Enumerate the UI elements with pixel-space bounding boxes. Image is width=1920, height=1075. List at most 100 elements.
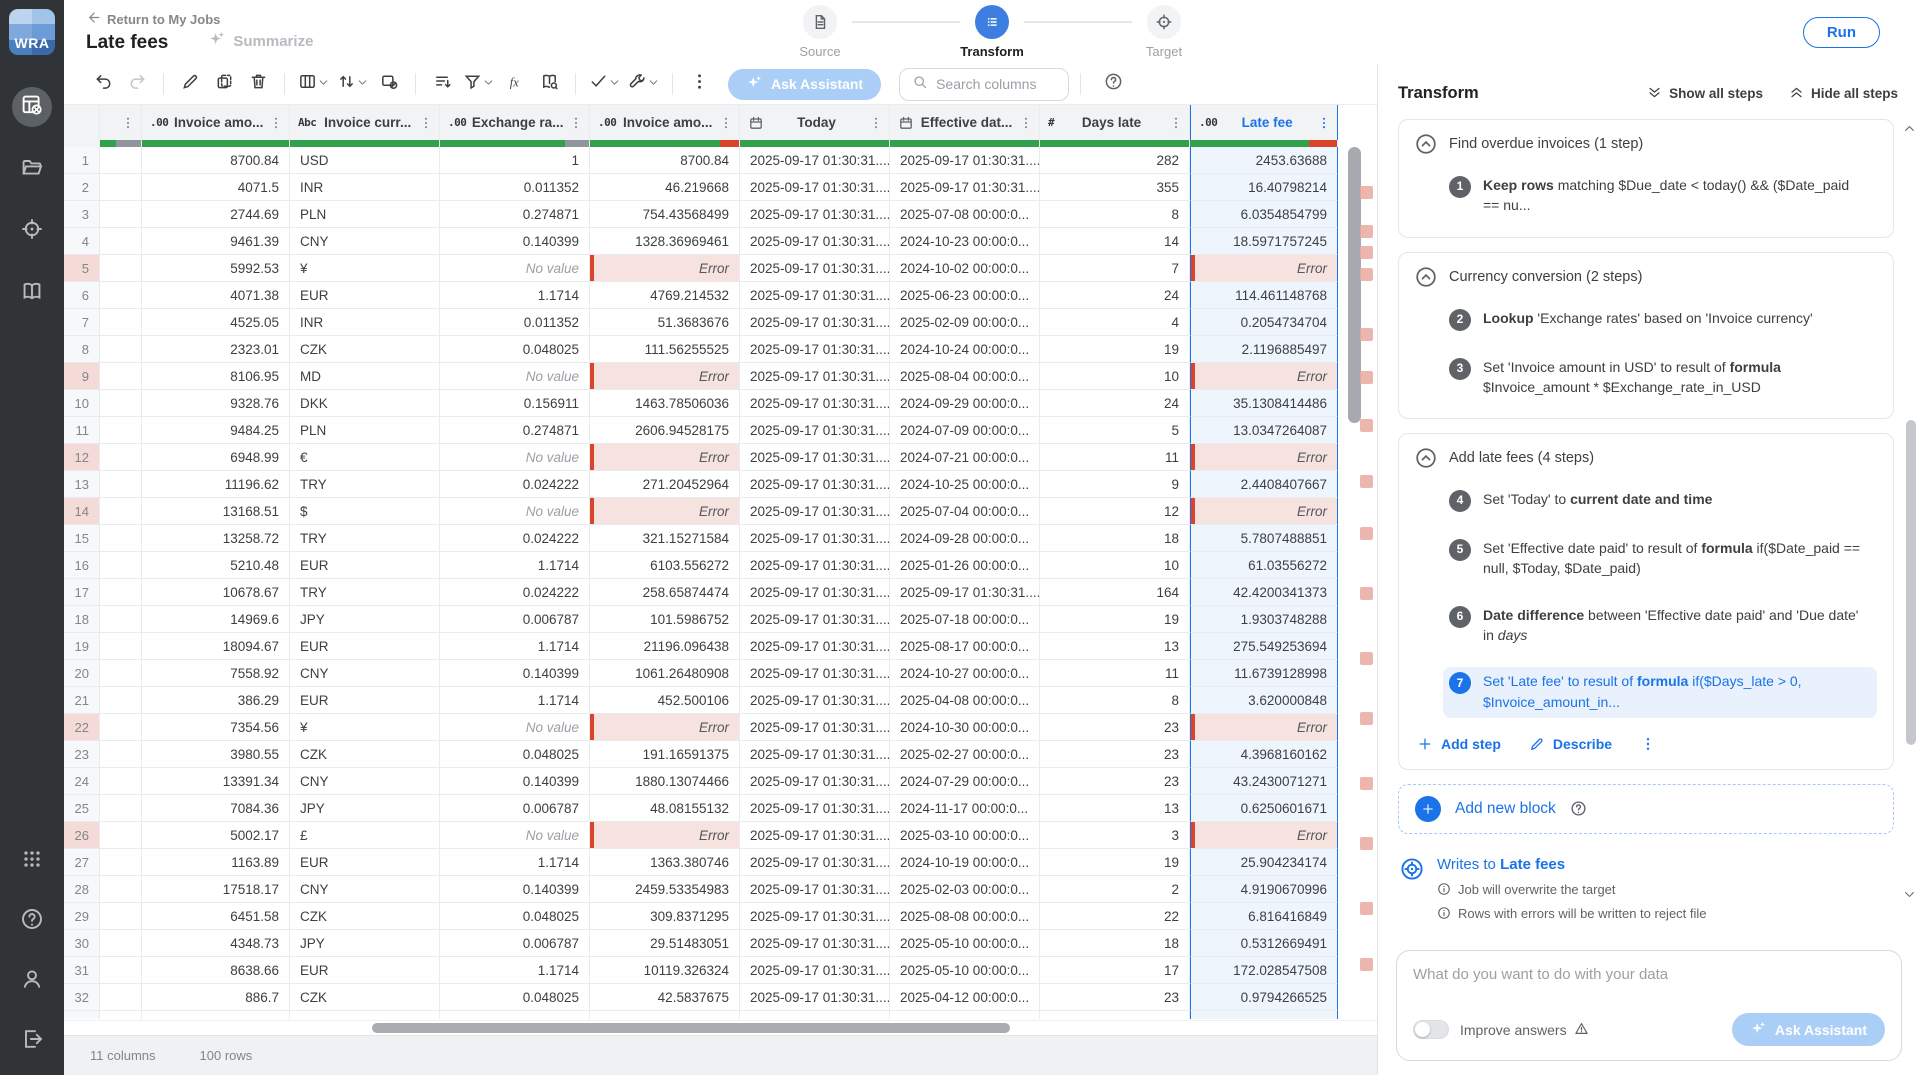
cell[interactable]: 0.048025 <box>440 1011 590 1019</box>
cell[interactable]: 2024-07-11 00:00:0... <box>890 1011 1040 1019</box>
cell[interactable]: CNY <box>290 876 440 903</box>
column-menu-button[interactable] <box>1317 116 1331 130</box>
row-number[interactable]: 17 <box>64 579 100 606</box>
cell[interactable]: EUR <box>290 849 440 876</box>
validate-button[interactable] <box>587 69 622 99</box>
cell[interactable]: 13258.72 <box>142 525 290 552</box>
cell[interactable]: No value <box>440 822 590 849</box>
collapsed-cell[interactable] <box>100 606 142 633</box>
cell[interactable]: 16.40798214 <box>1190 174 1338 201</box>
cell[interactable]: 0.024222 <box>440 579 590 606</box>
cell[interactable]: Error <box>590 363 740 390</box>
cell[interactable]: 29.51483051 <box>590 930 740 957</box>
cell[interactable]: 2025-02-03 00:00:0... <box>890 876 1040 903</box>
horizontal-scrollbar[interactable] <box>372 1023 1010 1033</box>
cell[interactable]: 42.5837675 <box>590 984 740 1011</box>
cell[interactable]: 2024-07-21 00:00:0... <box>890 444 1040 471</box>
cell[interactable]: 309.8371295 <box>590 903 740 930</box>
improve-answers-toggle[interactable] <box>1413 1020 1449 1039</box>
cell[interactable]: ¥ <box>290 255 440 282</box>
cell[interactable]: 1363.380746 <box>590 849 740 876</box>
column-header-invoice-curr-1[interactable]: AbcInvoice curr... <box>290 105 440 140</box>
cell[interactable]: 0.011352 <box>440 174 590 201</box>
cell[interactable]: 18094.67 <box>142 633 290 660</box>
cell[interactable]: No value <box>440 363 590 390</box>
cell[interactable]: 46.219668 <box>590 174 740 201</box>
row-number[interactable]: 33 <box>64 1011 100 1019</box>
cell[interactable]: 0.024222 <box>440 525 590 552</box>
cell[interactable]: 2025-09-17 01:30:3... <box>740 1011 890 1019</box>
row-number[interactable]: 3 <box>64 201 100 228</box>
writes-to-label[interactable]: Writes to Late fees <box>1437 856 1707 873</box>
cell[interactable]: 2025-09-17 01:30:31.... <box>740 228 890 255</box>
collapsed-cell[interactable] <box>100 1011 142 1019</box>
collapsed-cell[interactable] <box>100 444 142 471</box>
cell[interactable]: 2025-08-04 00:00:0... <box>890 363 1040 390</box>
cell[interactable]: 2744.69 <box>142 201 290 228</box>
cell[interactable]: 9 <box>1040 471 1190 498</box>
cell[interactable]: 18 <box>1040 930 1190 957</box>
cell[interactable]: CZK <box>290 903 440 930</box>
cell[interactable]: CNY <box>290 228 440 255</box>
cell[interactable]: 2025-09-17 01:30:31.... <box>740 363 890 390</box>
cell[interactable]: 2025-08-08 00:00:0... <box>890 903 1040 930</box>
step-7[interactable]: 7Set 'Late fee' to result of formula if(… <box>1443 667 1877 718</box>
cell[interactable]: 754.43568499 <box>590 201 740 228</box>
cell[interactable]: 2024-10-02 00:00:0... <box>890 255 1040 282</box>
cell[interactable]: 23 <box>1040 741 1190 768</box>
sidebar-item-projects[interactable] <box>12 149 52 189</box>
cell[interactable]: 18 <box>1040 525 1190 552</box>
cell[interactable]: ¥ <box>290 714 440 741</box>
cell[interactable]: CNY <box>290 768 440 795</box>
cell[interactable]: 8638.66 <box>142 957 290 984</box>
cell[interactable]: 2.1196885497 <box>1190 336 1338 363</box>
cell[interactable]: INR <box>290 309 440 336</box>
row-number[interactable]: 18 <box>64 606 100 633</box>
cell[interactable]: 23 <box>1040 714 1190 741</box>
column-menu-button[interactable] <box>869 116 883 130</box>
cell[interactable]: 11196.62 <box>142 471 290 498</box>
cell[interactable]: 11 <box>1040 660 1190 687</box>
step-6[interactable]: 6Date difference between 'Effective date… <box>1443 601 1877 652</box>
row-number[interactable]: 15 <box>64 525 100 552</box>
cell[interactable]: TRY <box>290 579 440 606</box>
cell[interactable]: 5992.53 <box>142 255 290 282</box>
cell[interactable]: 2025-09-17 01:30:31.... <box>890 579 1040 606</box>
sort-button[interactable] <box>335 69 370 99</box>
cell[interactable]: 2025-07-08 00:00:0... <box>890 201 1040 228</box>
cell[interactable]: 6451.58 <box>142 903 290 930</box>
kebab-icon[interactable] <box>121 116 135 130</box>
cell[interactable]: 19 <box>1040 849 1190 876</box>
cell[interactable]: 0.048025 <box>440 903 590 930</box>
cell[interactable]: Error <box>1190 444 1338 471</box>
cell[interactable]: CZK <box>290 741 440 768</box>
cell[interactable]: CZK <box>290 1011 440 1019</box>
cell[interactable]: 14 <box>1040 228 1190 255</box>
cell[interactable]: 6948.99 <box>142 444 290 471</box>
column-header-exchange-ra-2[interactable]: .00Exchange ra... <box>440 105 590 140</box>
cell[interactable]: Error <box>1190 363 1338 390</box>
sidebar-item-docs[interactable] <box>12 273 52 313</box>
cell[interactable]: 2323.01 <box>142 336 290 363</box>
cell[interactable]: 2025-02-09 00:00:0... <box>890 309 1040 336</box>
panel-scrollbar[interactable] <box>1906 420 1916 745</box>
collapsed-cell[interactable] <box>100 795 142 822</box>
step-3[interactable]: 3Set 'Invoice amount in USD' to result o… <box>1443 353 1877 404</box>
collapsed-cell[interactable] <box>100 984 142 1011</box>
cell[interactable]: No value <box>440 498 590 525</box>
grid-help-button[interactable] <box>1104 72 1123 96</box>
collapsed-cell[interactable] <box>100 579 142 606</box>
cell[interactable]: 9 <box>1040 1011 1190 1019</box>
cell[interactable]: Error <box>590 255 740 282</box>
cell[interactable]: 386.29 <box>142 687 290 714</box>
cell[interactable]: 2025-07-04 00:00:0... <box>890 498 1040 525</box>
row-number[interactable]: 26 <box>64 822 100 849</box>
cell[interactable]: EUR <box>290 282 440 309</box>
cell[interactable]: DKK <box>290 390 440 417</box>
cell[interactable]: 9484.25 <box>142 417 290 444</box>
cell[interactable]: INR <box>290 174 440 201</box>
cell[interactable]: 7 <box>1040 255 1190 282</box>
collapsed-cell[interactable] <box>100 903 142 930</box>
cell[interactable]: 7558.92 <box>142 660 290 687</box>
collapsed-cell[interactable] <box>100 336 142 363</box>
